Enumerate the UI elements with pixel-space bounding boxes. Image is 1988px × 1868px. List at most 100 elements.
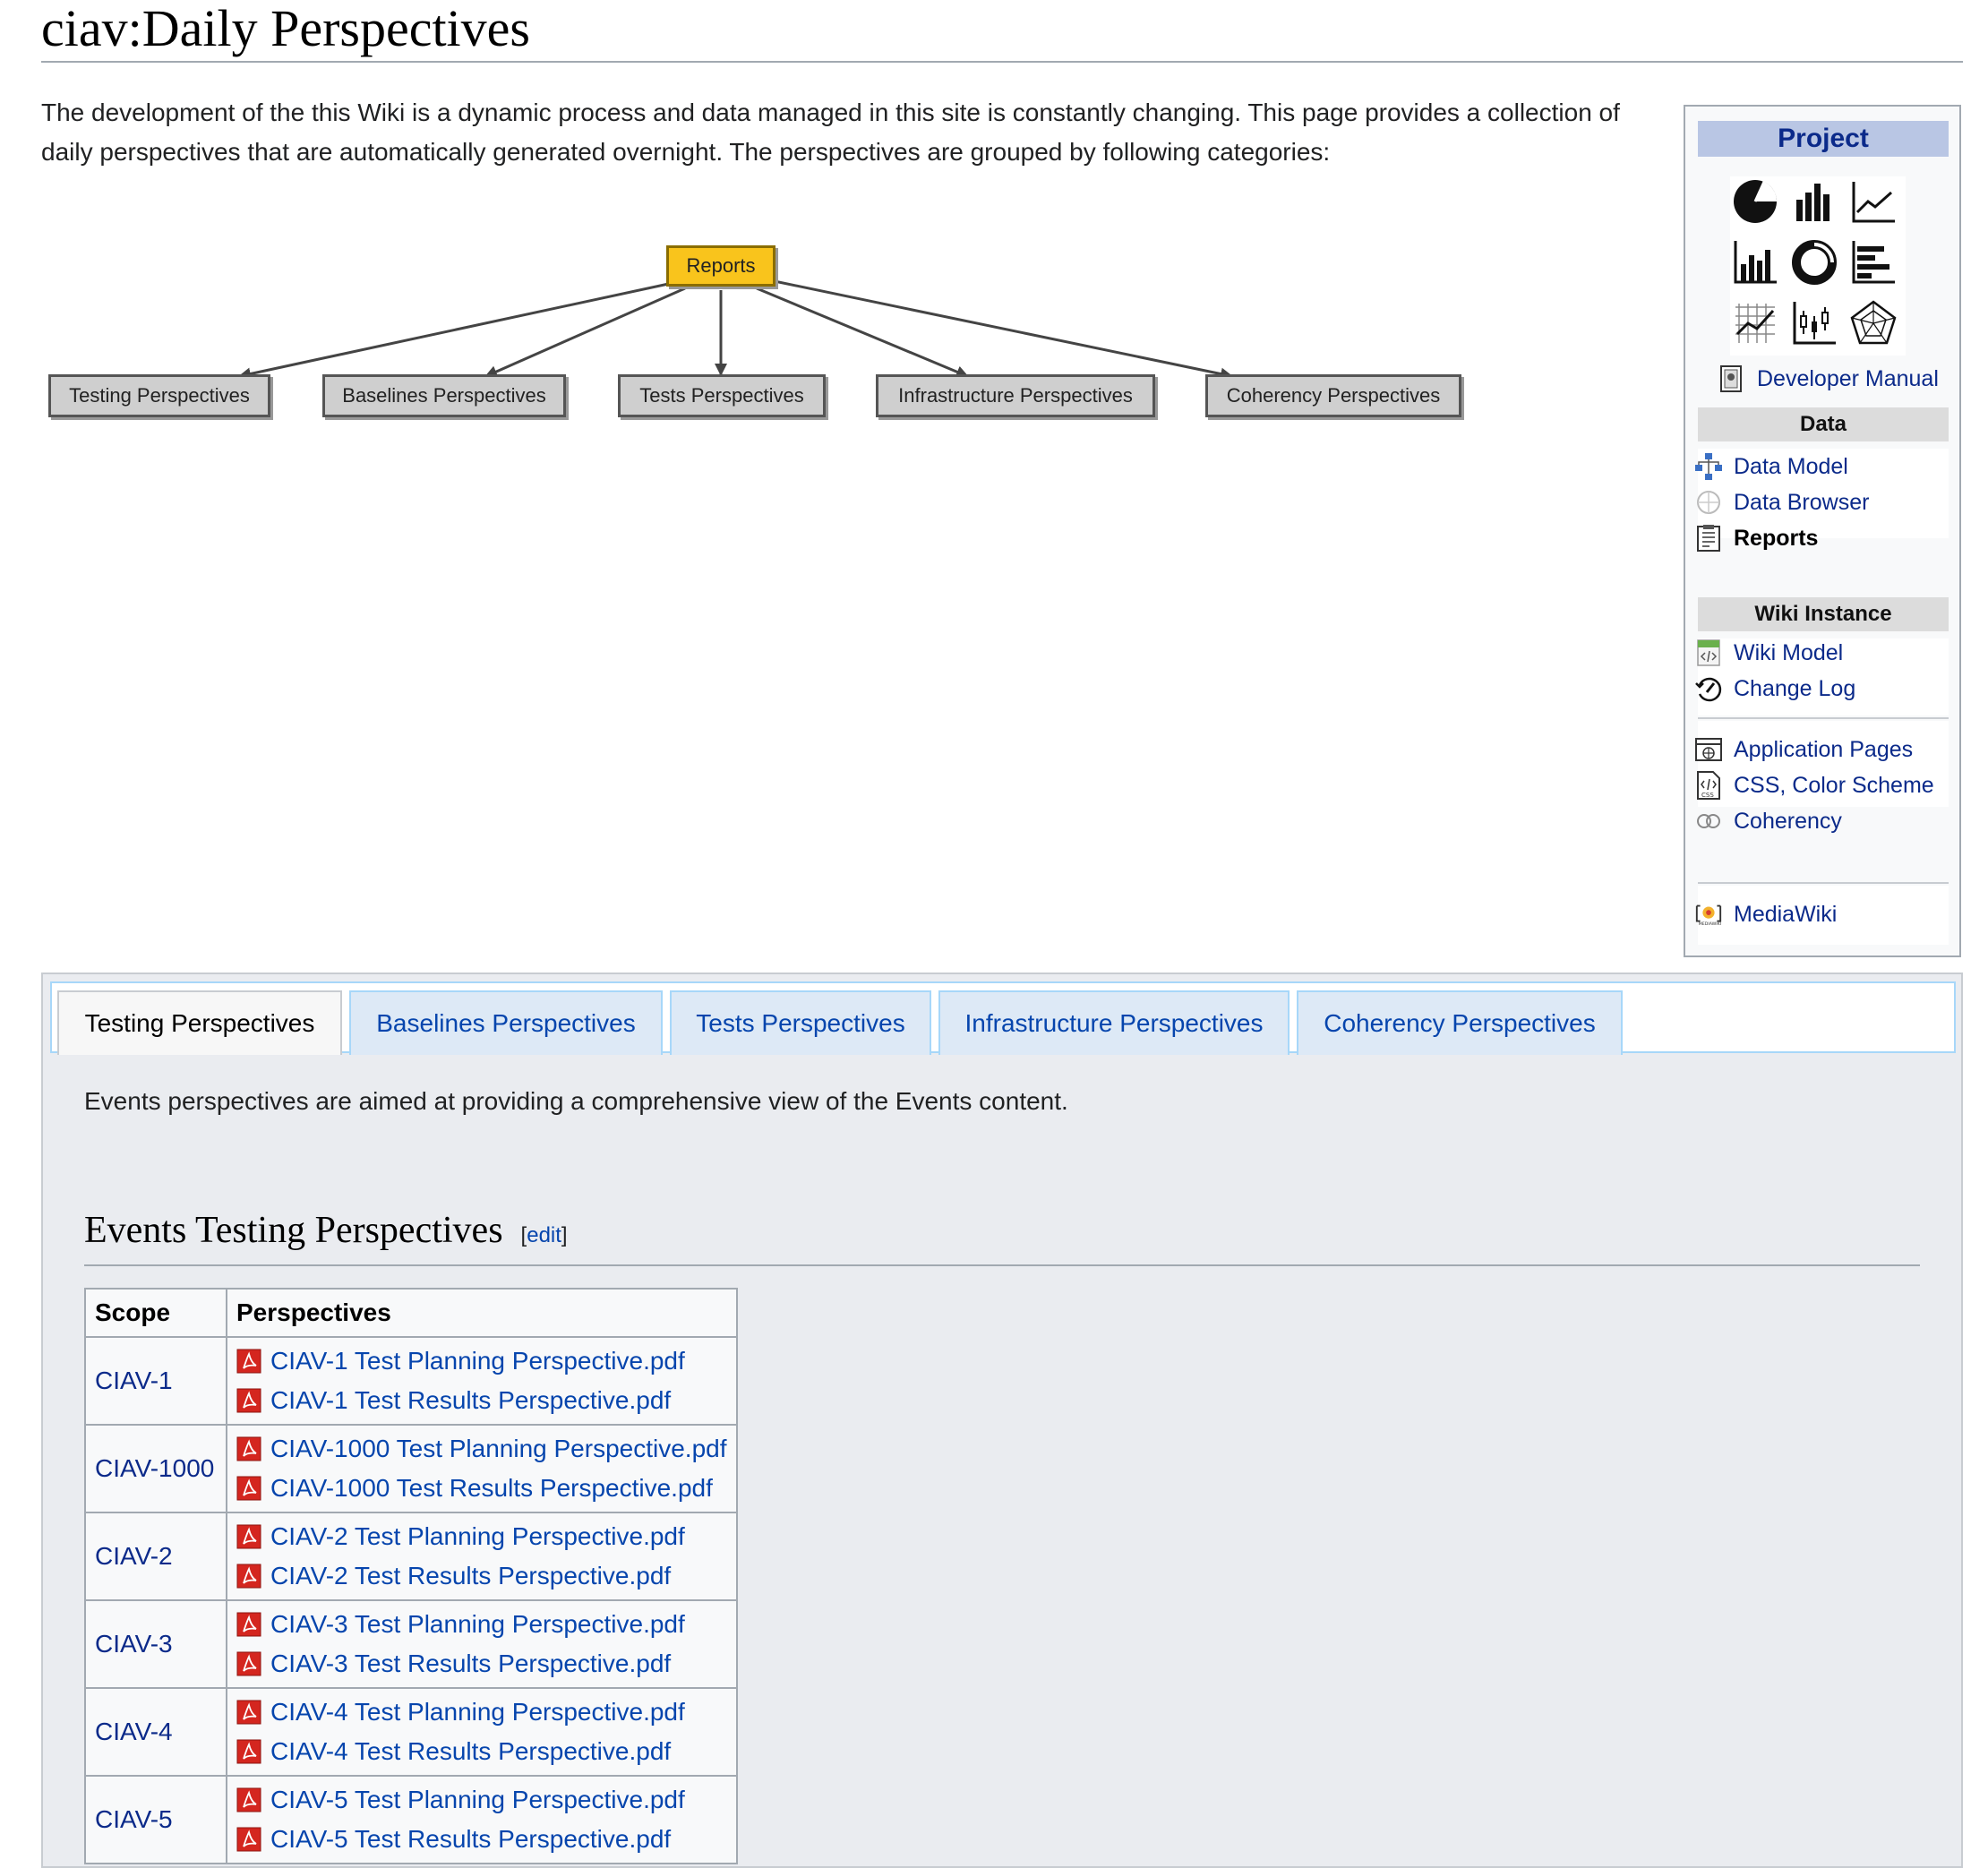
pdf-file-name: CIAV-4 Test Results Perspective.pdf bbox=[270, 1737, 672, 1765]
pdf-file-link[interactable]: CIAV-4 Test Planning Perspective.pdf bbox=[236, 1692, 727, 1732]
pdf-file-name: CIAV-5 Test Planning Perspective.pdf bbox=[270, 1786, 685, 1813]
donut-chart-icon bbox=[1792, 240, 1837, 285]
edit-link[interactable]: edit bbox=[527, 1223, 561, 1247]
sidebar-item-label: Data Model bbox=[1734, 453, 1848, 479]
page-title: ciav:Daily Perspectives bbox=[41, 0, 1963, 63]
pdf-file-link[interactable]: CIAV-5 Test Results Perspective.pdf bbox=[236, 1820, 727, 1859]
grid-line-chart-icon bbox=[1735, 304, 1775, 343]
project-heading[interactable]: Project bbox=[1698, 121, 1949, 157]
sidebar-item-label: Data Browser bbox=[1734, 489, 1870, 515]
sidebar-item-application-pages[interactable]: Application Pages bbox=[1694, 733, 1913, 766]
tab-tests-perspectives[interactable]: Tests Perspectives bbox=[670, 990, 931, 1055]
sidebar-item-developer-manual[interactable]: Developer Manual bbox=[1718, 363, 1939, 395]
sidebar-item-reports[interactable]: Reports bbox=[1694, 522, 1818, 554]
pdf-file-link[interactable]: CIAV-3 Test Planning Perspective.pdf bbox=[236, 1605, 727, 1644]
pdf-file-name: CIAV-3 Test Results Perspective.pdf bbox=[270, 1649, 672, 1677]
sidebar-item-label: Reports bbox=[1734, 525, 1819, 551]
pdf-icon bbox=[236, 1388, 261, 1413]
sidebar-item-label: Coherency bbox=[1734, 808, 1842, 834]
pdf-file-link[interactable]: CIAV-2 Test Results Perspective.pdf bbox=[236, 1556, 727, 1596]
pdf-file-link[interactable]: CIAV-5 Test Planning Perspective.pdf bbox=[236, 1780, 727, 1820]
sidebar-divider bbox=[1698, 717, 1949, 719]
perspectives-cell: CIAV-1000 Test Planning Perspective.pdf C… bbox=[226, 1424, 738, 1513]
pdf-icon bbox=[236, 1700, 261, 1725]
perspectives-table: Scope Perspectives CIAV-1 CIAV-1 Test Pla… bbox=[84, 1288, 738, 1864]
pdf-file-name: CIAV-1 Test Planning Perspective.pdf bbox=[270, 1347, 685, 1375]
candlestick-chart-icon bbox=[1793, 302, 1836, 345]
sidebar-item-data-browser[interactable]: Data Browser bbox=[1694, 486, 1869, 518]
pdf-file-name: CIAV-1000 Test Planning Perspective.pdf bbox=[270, 1435, 727, 1462]
scope-cell[interactable]: CIAV-5 bbox=[84, 1775, 227, 1864]
scope-cell[interactable]: CIAV-4 bbox=[84, 1687, 227, 1777]
scope-cell[interactable]: CIAV-1 bbox=[84, 1336, 227, 1426]
pdf-file-name: CIAV-1 Test Results Perspective.pdf bbox=[270, 1386, 672, 1414]
sidebar-item-data-model[interactable]: Data Model bbox=[1694, 450, 1848, 483]
reports-icon bbox=[1694, 524, 1723, 553]
pdf-file-name: CIAV-4 Test Planning Perspective.pdf bbox=[270, 1698, 685, 1726]
pdf-file-link[interactable]: CIAV-3 Test Results Perspective.pdf bbox=[236, 1644, 727, 1684]
perspectives-tabs-panel: Testing Perspectives Baselines Perspecti… bbox=[41, 973, 1963, 1868]
pdf-file-link[interactable]: CIAV-1 Test Results Perspective.pdf bbox=[236, 1381, 727, 1420]
table-row: CIAV-1000 CIAV-1000 Test Planning Perspec… bbox=[84, 1424, 738, 1513]
sidebar-item-mediawiki[interactable]: MEDIAWIKI MediaWiki bbox=[1694, 898, 1837, 930]
pdf-file-link[interactable]: CIAV-1000 Test Planning Perspective.pdf bbox=[236, 1429, 727, 1469]
pdf-file-name: CIAV-2 Test Results Perspective.pdf bbox=[270, 1562, 672, 1590]
edge-coherency bbox=[769, 278, 1233, 381]
pdf-file-name: CIAV-2 Test Planning Perspective.pdf bbox=[270, 1522, 685, 1550]
diagram-node-infrastructure[interactable]: Infrastructure Perspectives bbox=[876, 374, 1155, 417]
wiki-instance-heading: Wiki Instance bbox=[1698, 597, 1949, 631]
pdf-icon bbox=[236, 1524, 261, 1549]
sidebar-item-wiki-model[interactable]: Wiki Model bbox=[1694, 637, 1843, 669]
sidebar-divider bbox=[1698, 882, 1949, 884]
table-row: CIAV-5 CIAV-5 Test Planning Perspective.p… bbox=[84, 1775, 738, 1864]
sidebar-item-change-log[interactable]: Change Log bbox=[1694, 673, 1855, 705]
table-row: CIAV-3 CIAV-3 Test Planning Perspective.p… bbox=[84, 1599, 738, 1689]
pdf-file-link[interactable]: CIAV-1000 Test Results Perspective.pdf bbox=[236, 1469, 727, 1508]
svg-text:CSS: CSS bbox=[1701, 792, 1714, 799]
column-chart-icon bbox=[1734, 241, 1777, 284]
edge-testing bbox=[238, 278, 686, 381]
change-log-icon bbox=[1694, 674, 1723, 703]
scope-cell[interactable]: CIAV-1000 bbox=[84, 1424, 227, 1513]
tab-infrastructure-perspectives[interactable]: Infrastructure Perspectives bbox=[938, 990, 1290, 1055]
scope-cell[interactable]: CIAV-2 bbox=[84, 1512, 227, 1601]
edge-infrastructure bbox=[756, 287, 969, 378]
application-pages-icon bbox=[1694, 735, 1723, 764]
table-row: CIAV-2 CIAV-2 Test Planning Perspective.p… bbox=[84, 1512, 738, 1601]
perspectives-cell: CIAV-3 Test Planning Perspective.pdf CIAV… bbox=[226, 1599, 738, 1689]
sidebar-item-css-color-scheme[interactable]: CSS CSS, Color Scheme bbox=[1694, 769, 1934, 801]
pie-chart-icon bbox=[1734, 180, 1778, 223]
tab-baselines-perspectives[interactable]: Baselines Perspectives bbox=[349, 990, 663, 1055]
diagram-node-testing[interactable]: Testing Perspectives bbox=[48, 374, 270, 417]
pdf-icon bbox=[236, 1349, 261, 1374]
tab-coherency-perspectives[interactable]: Coherency Perspectives bbox=[1297, 990, 1623, 1055]
pdf-file-link[interactable]: CIAV-2 Test Planning Perspective.pdf bbox=[236, 1517, 727, 1556]
svg-text:MEDIAWIKI: MEDIAWIKI bbox=[1699, 921, 1721, 927]
horizontal-bar-chart-icon bbox=[1852, 241, 1895, 284]
data-heading: Data bbox=[1698, 407, 1949, 441]
diagram-node-reports[interactable]: Reports bbox=[666, 245, 775, 287]
diagram-node-coherency[interactable]: Coherency Perspectives bbox=[1205, 374, 1461, 417]
edit-bracket-close: ] bbox=[561, 1223, 568, 1247]
edit-section: [edit] bbox=[521, 1223, 568, 1247]
table-row: CIAV-1 CIAV-1 Test Planning Perspective.p… bbox=[84, 1336, 738, 1426]
scope-cell[interactable]: CIAV-3 bbox=[84, 1599, 227, 1689]
pdf-file-link[interactable]: CIAV-1 Test Planning Perspective.pdf bbox=[236, 1341, 727, 1381]
sidebar-item-coherency[interactable]: Coherency bbox=[1694, 805, 1842, 837]
navigation-sidebar: Project Developer Manual Data Data Model… bbox=[1684, 105, 1961, 957]
tabs-bar: Testing Perspectives Baselines Perspecti… bbox=[50, 981, 1956, 1055]
pdf-file-link[interactable]: CIAV-4 Test Results Perspective.pdf bbox=[236, 1732, 727, 1771]
mediawiki-icon: MEDIAWIKI bbox=[1694, 900, 1723, 929]
tab-testing-perspectives[interactable]: Testing Perspectives bbox=[57, 990, 342, 1055]
chart-icons-grid[interactable] bbox=[1730, 176, 1906, 356]
sidebar-item-label: Application Pages bbox=[1734, 736, 1914, 762]
wiki-model-icon bbox=[1694, 638, 1723, 667]
diagram-node-tests[interactable]: Tests Perspectives bbox=[618, 374, 826, 417]
tab-description: Events perspectives are aimed at providi… bbox=[84, 1087, 1068, 1115]
perspectives-cell: CIAV-4 Test Planning Perspective.pdf CIAV… bbox=[226, 1687, 738, 1777]
pdf-file-name: CIAV-1000 Test Results Perspective.pdf bbox=[270, 1474, 713, 1502]
pdf-icon bbox=[236, 1651, 261, 1676]
table-body: CIAV-1 CIAV-1 Test Planning Perspective.p… bbox=[84, 1336, 738, 1864]
table-row: CIAV-4 CIAV-4 Test Planning Perspective.p… bbox=[84, 1687, 738, 1777]
diagram-node-baselines[interactable]: Baselines Perspectives bbox=[322, 374, 566, 417]
